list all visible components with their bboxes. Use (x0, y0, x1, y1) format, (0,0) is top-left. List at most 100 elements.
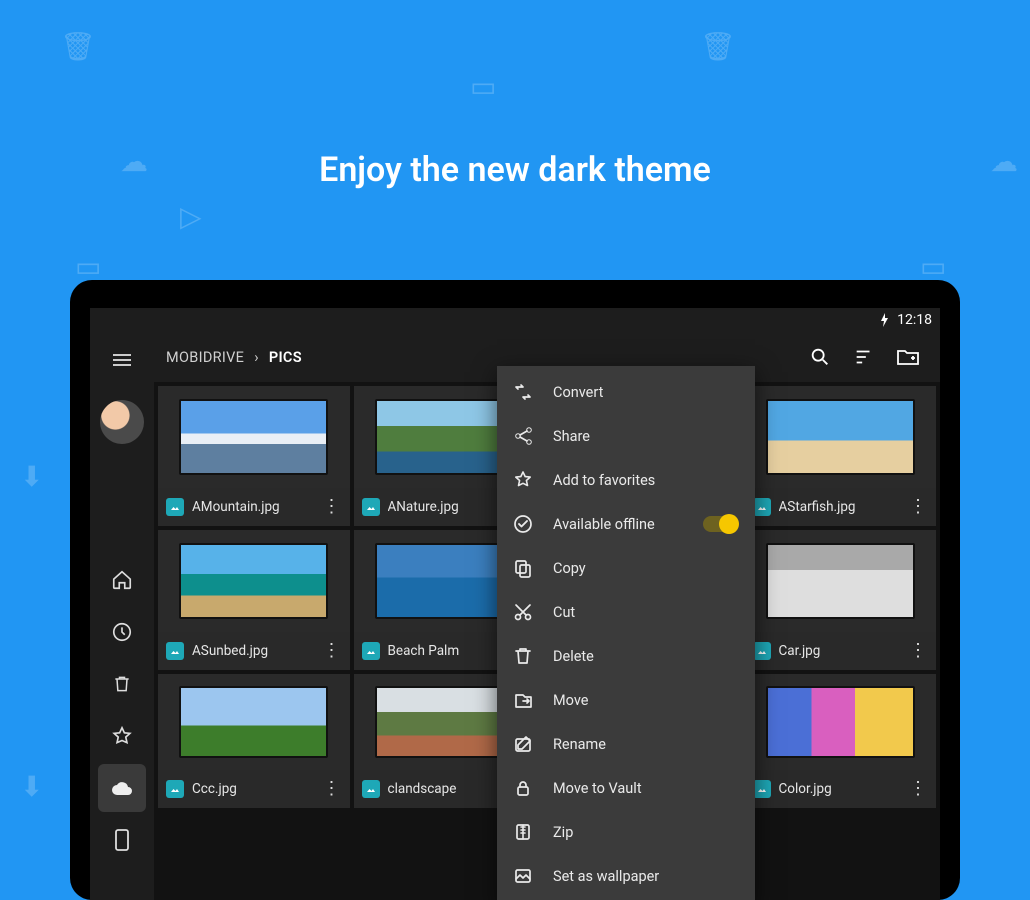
image-file-icon (753, 498, 771, 516)
file-more-button[interactable]: ⋮ (908, 780, 928, 798)
file-name: Car.jpg (779, 643, 901, 659)
file-doodle-icon: ▭ (470, 70, 496, 103)
file-card[interactable]: AStarfish.jpg ⋮ (745, 386, 937, 526)
rename-icon (513, 734, 533, 754)
file-more-button[interactable]: ⋮ (322, 780, 342, 798)
menu-item-label: Available offline (553, 516, 683, 533)
main-area: MOBIDRIVE › PICS AMo (154, 332, 940, 900)
file-caption: Color.jpg ⋮ (745, 770, 937, 808)
file-card[interactable]: Car.jpg ⋮ (745, 530, 937, 670)
image-file-icon (362, 498, 380, 516)
search-button[interactable] (802, 339, 838, 375)
folder-doodle-icon: ▭ (75, 250, 101, 283)
menu-item-label: Zip (553, 824, 737, 841)
check-icon (513, 514, 533, 534)
file-name: AMountain.jpg (192, 499, 314, 515)
file-name: AStarfish.jpg (779, 499, 901, 515)
menu-item-rename[interactable]: Rename (497, 722, 755, 766)
trash-doodle-icon: 🗑 (60, 30, 96, 63)
file-more-button[interactable]: ⋮ (908, 498, 928, 516)
hero-headline: Enjoy the new dark theme (0, 150, 1030, 190)
file-more-button[interactable]: ⋮ (322, 642, 342, 660)
play-doodle-icon: ▷ (180, 200, 202, 233)
file-thumb (745, 386, 937, 488)
vault-icon (513, 778, 533, 798)
tablet-frame: 12:18 (70, 280, 960, 900)
menu-button[interactable] (110, 348, 134, 372)
folder-doodle-icon: ▭ (920, 250, 946, 283)
image-file-icon (166, 642, 184, 660)
file-caption: AMountain.jpg ⋮ (158, 488, 350, 526)
image-file-icon (362, 642, 380, 660)
menu-item-move[interactable]: Move (497, 678, 755, 722)
menu-item-share[interactable]: Share (497, 414, 755, 458)
menu-item-label: Convert (553, 384, 737, 401)
menu-item-label: Move to Vault (553, 780, 737, 797)
file-more-button[interactable]: ⋮ (908, 642, 928, 660)
menu-item-convert[interactable]: Convert (497, 370, 755, 414)
menu-item-vault[interactable]: Move to Vault (497, 766, 755, 810)
menu-item-star[interactable]: Add to favorites (497, 458, 755, 502)
menu-item-trash[interactable]: Delete (497, 634, 755, 678)
app-screen: 12:18 (90, 308, 940, 900)
crumb-current: PICS (269, 349, 302, 366)
file-card[interactable]: ASunbed.jpg ⋮ (158, 530, 350, 670)
crumb-root[interactable]: MOBIDRIVE (166, 349, 244, 366)
new-folder-button[interactable] (890, 339, 926, 375)
trash-doodle-icon: 🗑 (700, 30, 736, 63)
file-thumb (745, 530, 937, 632)
file-name: ANature.jpg (388, 499, 510, 515)
file-caption: Ccc.jpg⋮ (158, 770, 350, 808)
file-card[interactable]: AMountain.jpg ⋮ (158, 386, 350, 526)
file-thumb (158, 386, 350, 488)
star-icon (513, 470, 533, 490)
rail-home[interactable] (98, 556, 146, 604)
menu-item-zip[interactable]: Zip (497, 810, 755, 854)
rail-trash[interactable] (98, 660, 146, 708)
file-more-button[interactable]: ⋮ (322, 498, 342, 516)
menu-item-label: Move (553, 692, 737, 709)
file-thumb (158, 530, 350, 632)
file-card[interactable]: Color.jpg ⋮ (745, 674, 937, 808)
menu-item-label: Rename (553, 736, 737, 753)
image-file-icon (362, 780, 380, 798)
rail-cloud[interactable] (98, 764, 146, 812)
file-card[interactable]: Ccc.jpg⋮ (158, 674, 350, 808)
menu-item-copy[interactable]: Copy (497, 546, 755, 590)
menu-item-wallpaper[interactable]: Set as wallpaper (497, 854, 755, 898)
move-icon (513, 690, 533, 710)
context-menu: Convert Share Add to favorites Available of… (497, 366, 755, 900)
wallpaper-icon (513, 866, 533, 886)
side-rail (90, 332, 154, 900)
file-name: Color.jpg (779, 781, 901, 797)
file-thumb (745, 674, 937, 770)
download-doodle-icon: ⬇ (20, 460, 43, 493)
rail-favorites[interactable] (98, 712, 146, 760)
rail-recent[interactable] (98, 608, 146, 656)
file-caption: AStarfish.jpg ⋮ (745, 488, 937, 526)
menu-item-check[interactable]: Available offline (497, 502, 755, 546)
status-bar: 12:18 (90, 308, 940, 332)
chevron-right-icon: › (254, 349, 259, 366)
image-file-icon (753, 642, 771, 660)
share-icon (513, 426, 533, 446)
trash-icon (513, 646, 533, 666)
avatar[interactable] (100, 400, 144, 444)
offline-toggle[interactable] (703, 516, 737, 532)
menu-item-label: Share (553, 428, 737, 445)
menu-item-label: Add to favorites (553, 472, 737, 489)
file-name: ASunbed.jpg (192, 643, 314, 659)
menu-item-label: Copy (553, 560, 737, 577)
rail-device[interactable] (98, 816, 146, 864)
cut-icon (513, 602, 533, 622)
image-file-icon (753, 780, 771, 798)
battery-charging-icon (879, 313, 891, 327)
menu-item-cut[interactable]: Cut (497, 590, 755, 634)
menu-item-label: Cut (553, 604, 737, 621)
image-file-icon (166, 498, 184, 516)
convert-icon (513, 382, 533, 402)
file-caption: Car.jpg ⋮ (745, 632, 937, 670)
sort-button[interactable] (846, 339, 882, 375)
file-thumb (158, 674, 350, 770)
breadcrumb[interactable]: MOBIDRIVE › PICS (166, 349, 302, 366)
